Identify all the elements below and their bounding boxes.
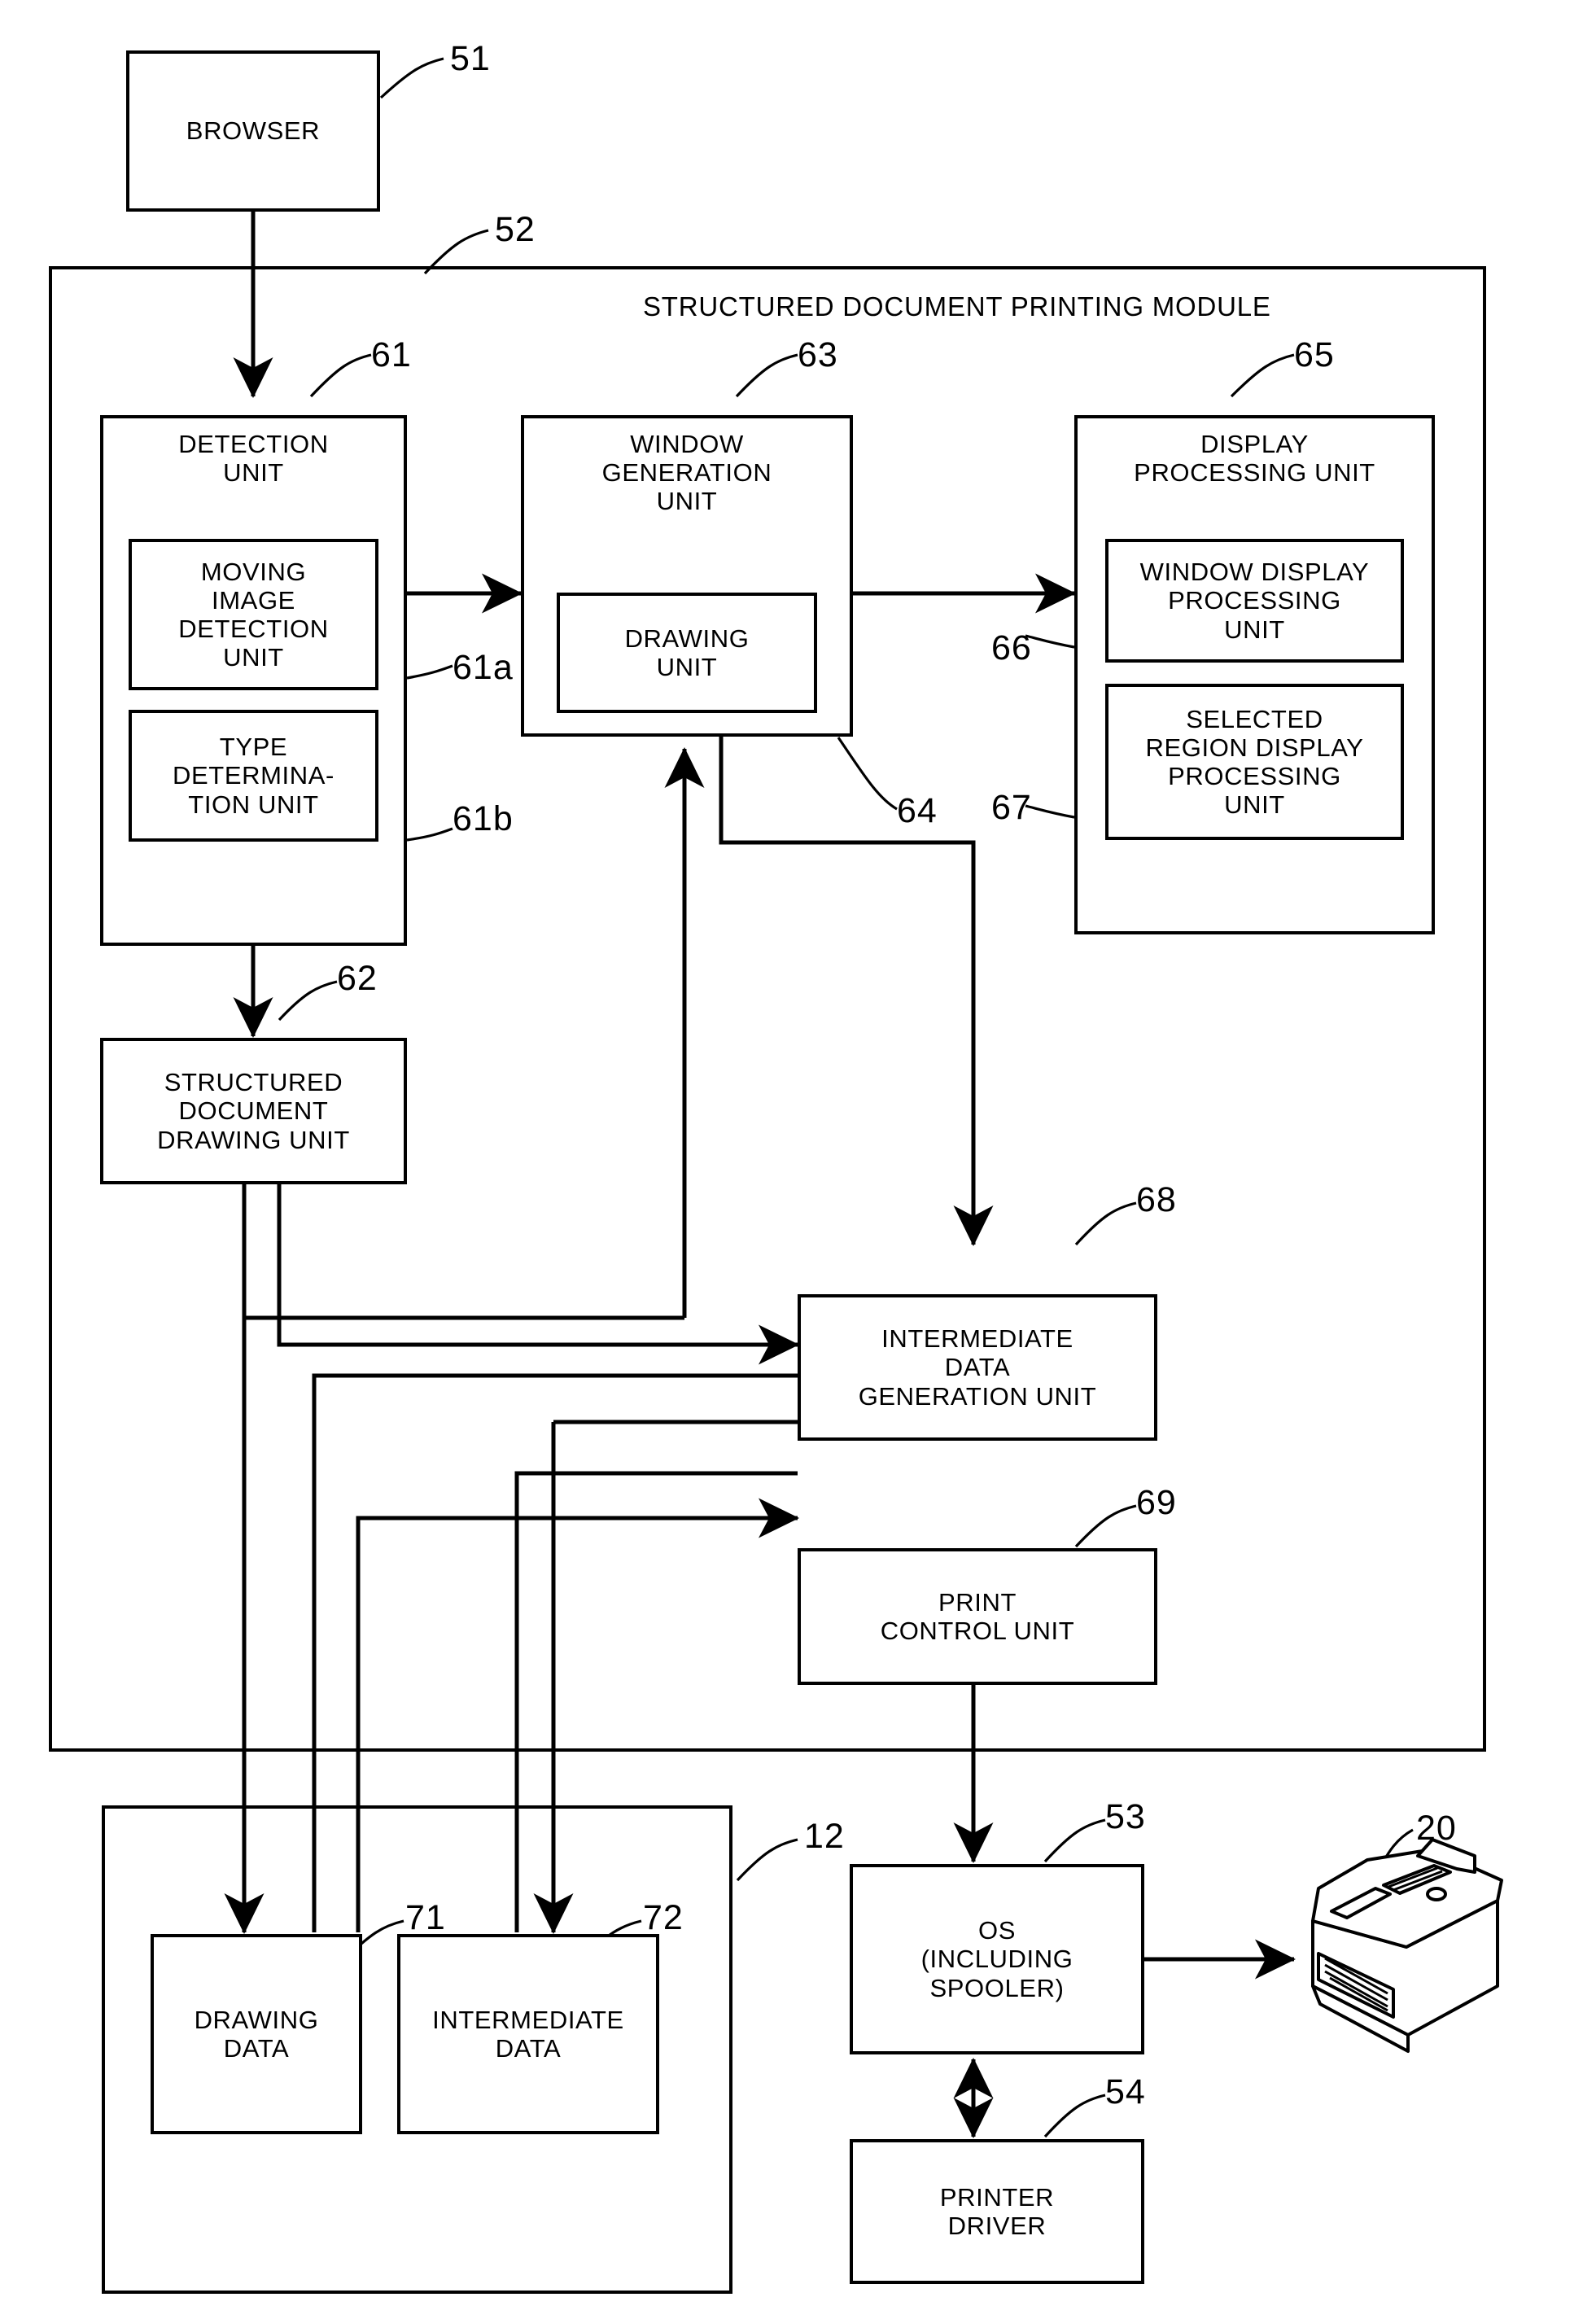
ref-72: 72 (643, 1898, 684, 1937)
ref-12: 12 (804, 1817, 845, 1856)
drawing-data-store: DRAWING DATA (151, 1934, 362, 2134)
moving-image-detection-unit-label: MOVING IMAGE DETECTION UNIT (178, 557, 329, 672)
drawing-unit-label: DRAWING UNIT (624, 624, 750, 681)
ref-20: 20 (1416, 1809, 1457, 1848)
intermediate-data-generation-unit-block: INTERMEDIATE DATA GENERATION UNIT (798, 1294, 1157, 1441)
ref-66: 66 (991, 628, 1032, 667)
display-processing-unit-block (1074, 415, 1435, 934)
selected-region-display-processing-unit-label: SELECTED REGION DISPLAY PROCESSING UNIT (1145, 704, 1364, 820)
intermediate-data-label: INTERMEDIATE DATA (432, 2005, 624, 2063)
ref-69: 69 (1136, 1483, 1177, 1522)
structured-document-drawing-unit-block: STRUCTURED DOCUMENT DRAWING UNIT (100, 1038, 407, 1184)
browser-block: BROWSER (126, 50, 380, 212)
ref-61: 61 (371, 335, 412, 374)
ref-53: 53 (1105, 1797, 1146, 1836)
print-control-unit-label: PRINT CONTROL UNIT (880, 1587, 1075, 1645)
leader-53 (1043, 1818, 1106, 1863)
structured-document-drawing-unit-label: STRUCTURED DOCUMENT DRAWING UNIT (157, 1068, 350, 1154)
type-determination-unit-block: TYPE DETERMINA- TION UNIT (129, 710, 378, 842)
figure-canvas: BROWSER 51 STRUCTURED DOCUMENT PRINTING … (0, 0, 1596, 2319)
moving-image-detection-unit-block: MOVING IMAGE DETECTION UNIT (129, 539, 378, 690)
detection-unit-label: DETECTION UNIT (178, 430, 329, 488)
os-spooler-label: OS (INCLUDING SPOOLER) (920, 1916, 1073, 2002)
ref-65: 65 (1294, 335, 1335, 374)
printer-driver-block: PRINTER DRIVER (850, 2139, 1144, 2284)
ref-64: 64 (897, 791, 938, 830)
ref-61a: 61a (453, 648, 514, 687)
ref-51: 51 (450, 39, 491, 78)
os-spooler-block: OS (INCLUDING SPOOLER) (850, 1864, 1144, 2054)
ref-63: 63 (798, 335, 838, 374)
print-control-unit-block: PRINT CONTROL UNIT (798, 1548, 1157, 1685)
window-generation-unit-label: WINDOW GENERATION UNIT (601, 430, 772, 516)
intermediate-data-generation-unit-label: INTERMEDIATE DATA GENERATION UNIT (858, 1324, 1097, 1411)
window-display-processing-unit-block: WINDOW DISPLAY PROCESSING UNIT (1105, 539, 1404, 663)
ref-54: 54 (1105, 2072, 1146, 2111)
type-determination-unit-label: TYPE DETERMINA- TION UNIT (173, 733, 335, 819)
module-title: STRUCTURED DOCUMENT PRINTING MODULE (643, 291, 1271, 322)
leader-51 (379, 57, 444, 99)
ref-62: 62 (337, 959, 378, 998)
selected-region-display-processing-unit-block: SELECTED REGION DISPLAY PROCESSING UNIT (1105, 684, 1404, 840)
ref-52: 52 (495, 210, 536, 249)
ref-67: 67 (991, 788, 1032, 827)
printer-driver-label: PRINTER DRIVER (939, 2182, 1055, 2240)
printer-icon (1311, 1838, 1503, 2053)
drawing-unit-block: DRAWING UNIT (557, 593, 817, 713)
display-processing-unit-label: DISPLAY PROCESSING UNIT (1134, 430, 1375, 488)
intermediate-data-store: INTERMEDIATE DATA (397, 1934, 659, 2134)
window-display-processing-unit-label: WINDOW DISPLAY PROCESSING UNIT (1139, 558, 1370, 644)
drawing-data-label: DRAWING DATA (194, 2005, 319, 2063)
ref-71: 71 (405, 1898, 446, 1937)
browser-label: BROWSER (186, 116, 321, 146)
leader-12 (736, 1838, 798, 1882)
ref-68: 68 (1136, 1180, 1177, 1219)
leader-54 (1043, 2094, 1106, 2138)
ref-61b: 61b (453, 799, 514, 838)
